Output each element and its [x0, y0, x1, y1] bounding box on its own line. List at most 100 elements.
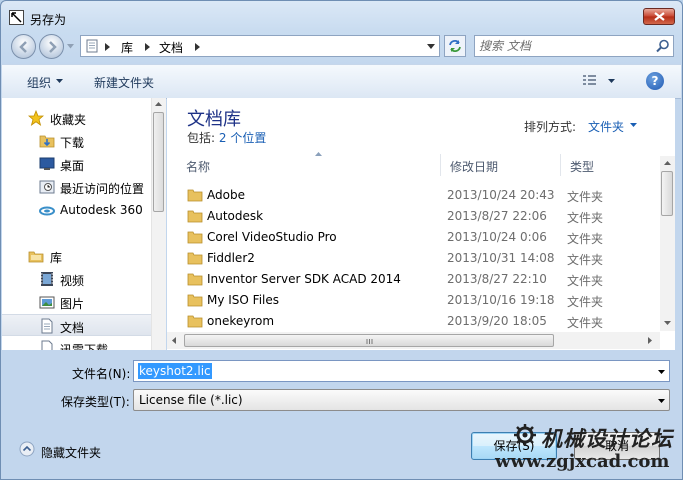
command-toolbar: 组织 新建文件夹 ?: [2, 64, 681, 99]
library-doc-icon: [86, 39, 98, 53]
thunder-download-icon: [41, 340, 53, 350]
filename-field[interactable]: keyshot2.lic: [133, 360, 670, 382]
nav-item-documents[interactable]: 文档: [2, 314, 151, 336]
library-locations-link[interactable]: 2 个位置: [219, 131, 266, 145]
desktop-icon: [39, 157, 55, 170]
address-bar[interactable]: 库 文档: [80, 35, 440, 57]
view-options-icon[interactable]: [583, 75, 597, 87]
filetype-select[interactable]: License file (*.lic): [133, 389, 670, 411]
arrange-dropdown-icon[interactable]: [630, 123, 637, 127]
scrollbar-thumb[interactable]: [153, 112, 164, 212]
file-row[interactable]: Autodesk 2013/8/27 22:06 文件夹: [177, 206, 661, 227]
arrange-by-dropdown[interactable]: 文件夹: [588, 118, 624, 135]
address-dropdown-icon[interactable]: [427, 44, 435, 49]
filetype-dropdown-icon[interactable]: [658, 399, 665, 403]
file-row[interactable]: Fiddler2 2013/10/31 14:08 文件夹: [177, 248, 661, 269]
breadcrumb-arrow-icon[interactable]: [195, 43, 200, 51]
watermark-url: www.zgjxcad.com: [495, 451, 670, 472]
video-icon: [41, 272, 53, 286]
watermark: 机械设计论坛 www.zgjxcad.com: [493, 421, 682, 479]
navigation-pane-scrollbar[interactable]: [151, 98, 166, 350]
grip-icon: [366, 339, 373, 344]
scrollbar-thumb[interactable]: [661, 171, 673, 216]
scroll-right-icon[interactable]: [648, 337, 652, 344]
search-icon[interactable]: [656, 39, 670, 53]
search-box[interactable]: [474, 35, 674, 57]
file-list-horizontal-scrollbar[interactable]: [167, 332, 660, 349]
sort-ascending-icon: [315, 152, 322, 156]
hide-folders-toggle-icon[interactable]: [19, 441, 35, 457]
breadcrumb-documents[interactable]: 文档: [159, 39, 183, 56]
folder-icon: [187, 231, 203, 244]
file-list-pane: 文档库 包括: 2 个位置 排列方式: 文件夹 名称 修改日期 类型 Adobe…: [167, 98, 675, 350]
download-folder-icon: [39, 135, 55, 148]
nav-item-videos[interactable]: 视频: [2, 268, 151, 290]
scroll-up-icon[interactable]: [155, 102, 162, 106]
nav-item-pictures[interactable]: 图片: [2, 291, 151, 313]
file-list-vertical-scrollbar[interactable]: [660, 156, 675, 331]
document-icon: [41, 318, 53, 334]
forward-arrow-icon: [49, 41, 57, 53]
filename-history-dropdown-icon[interactable]: [658, 370, 665, 374]
column-header: 名称 修改日期 类型: [177, 152, 661, 176]
cloud-icon: [39, 206, 55, 216]
refresh-button[interactable]: [444, 35, 466, 57]
forward-button[interactable]: [39, 34, 64, 59]
close-icon: [654, 12, 665, 21]
arrange-by-label: 排列方式:: [524, 120, 577, 134]
recent-places-icon: [39, 180, 55, 194]
hide-folders-button[interactable]: 隐藏文件夹: [41, 444, 101, 461]
nav-item-desktop[interactable]: 桌面: [2, 153, 151, 175]
scroll-left-icon[interactable]: [172, 337, 176, 344]
file-row[interactable]: My ISO Files 2013/10/16 19:18 文件夹: [177, 290, 661, 311]
back-button[interactable]: [11, 34, 36, 59]
folder-icon: [187, 252, 203, 265]
library-includes: 包括: 2 个位置: [187, 131, 267, 145]
folder-icon: [187, 189, 203, 202]
app-icon: [9, 10, 24, 25]
folder-icon: [187, 273, 203, 286]
library-icon: [28, 251, 44, 263]
nav-item-autodesk-360[interactable]: Autodesk 360: [2, 199, 151, 221]
filename-label: 文件名(N):: [72, 367, 131, 381]
search-input[interactable]: [479, 37, 649, 55]
nav-item-thunder-downloads[interactable]: 迅雷下载: [2, 337, 151, 350]
column-type[interactable]: 类型: [561, 154, 661, 176]
column-modified[interactable]: 修改日期: [441, 154, 561, 176]
library-title: 文档库: [187, 109, 241, 130]
help-icon[interactable]: ?: [646, 72, 664, 90]
recent-pages-dropdown-icon[interactable]: [67, 44, 74, 49]
breadcrumb-library[interactable]: 库: [121, 39, 133, 56]
nav-item-favorites[interactable]: 收藏夹: [2, 107, 151, 129]
file-row[interactable]: onekeyrom 2013/9/20 18:05 文件夹: [177, 311, 661, 332]
nav-item-downloads[interactable]: 下载: [2, 130, 151, 152]
window-title: 另存为: [30, 13, 67, 27]
breadcrumb-arrow-icon[interactable]: [105, 43, 110, 51]
filetype-value: License file (*.lic): [139, 393, 243, 407]
file-row[interactable]: Corel VideoStudio Pro 2013/10/24 0:06 文件…: [177, 227, 661, 248]
view-dropdown-icon[interactable]: [608, 79, 615, 83]
scroll-down-icon[interactable]: [664, 321, 671, 325]
close-button[interactable]: [643, 8, 675, 25]
save-as-dialog: 另存为 库 文档 组织 新建文件: [0, 0, 683, 480]
organize-dropdown-icon[interactable]: [56, 79, 63, 83]
folder-icon: [187, 315, 203, 328]
filetype-label: 保存类型(T):: [61, 395, 130, 409]
nav-item-libraries[interactable]: 库: [2, 245, 151, 267]
navigation-pane: 收藏夹 下载 桌面 最近访问的位置 Autodesk 360 库 视频 图片 文…: [2, 98, 151, 350]
scroll-up-icon[interactable]: [664, 161, 671, 165]
nav-item-recent-places[interactable]: 最近访问的位置: [2, 176, 151, 198]
refresh-icon: [449, 40, 461, 52]
back-arrow-icon: [19, 41, 27, 53]
filename-value[interactable]: keyshot2.lic: [138, 363, 212, 379]
file-row[interactable]: Inventor Server SDK ACAD 2014 2013/8/27 …: [177, 269, 661, 290]
organize-button[interactable]: 组织: [27, 74, 51, 91]
column-name[interactable]: 名称: [177, 152, 441, 176]
new-folder-button[interactable]: 新建文件夹: [94, 74, 154, 91]
scrollbar-thumb[interactable]: [184, 334, 554, 347]
breadcrumb-arrow-icon[interactable]: [145, 43, 150, 51]
file-row[interactable]: Adobe 2013/10/24 20:43 文件夹: [177, 185, 661, 206]
pictures-icon: [39, 296, 55, 309]
gear-logo-icon: [514, 424, 536, 446]
title-bar[interactable]: 另存为: [1, 1, 682, 33]
